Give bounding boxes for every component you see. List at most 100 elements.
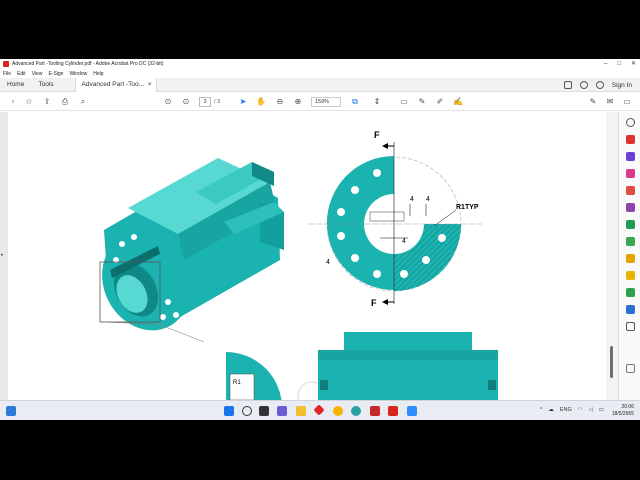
minimize-button[interactable]: – [604, 59, 607, 69]
zoom-app-icon[interactable] [407, 406, 417, 416]
acrobat-taskbar-icon[interactable] [388, 406, 398, 416]
menu-edit[interactable]: Edit [17, 71, 26, 77]
edge-icon[interactable] [351, 406, 361, 416]
menu-help[interactable]: Help [93, 71, 103, 77]
more-tools-wrench-icon[interactable] [626, 322, 635, 331]
scrollbar-thumb[interactable] [610, 346, 613, 378]
tab-home[interactable]: Home [0, 78, 31, 92]
label-f-bottom: F [371, 298, 377, 308]
volume-icon[interactable]: ◁ [589, 407, 593, 413]
system-tray: ^ ☁ ENG ◠ ◁ ▭ [540, 407, 604, 413]
marquee-zoom-icon[interactable]: ⧉ [350, 97, 360, 107]
language-indicator[interactable]: ENG [560, 407, 572, 413]
share-mail-icon[interactable]: ✉ [605, 97, 615, 107]
wifi-icon[interactable]: ◠ [578, 407, 583, 413]
tab-document-label: Advanced Part -Too... [81, 80, 145, 88]
request-signature-icon[interactable] [626, 254, 635, 263]
tray-chevron-icon[interactable]: ^ [540, 407, 543, 413]
title-bar: Advanced Part -Tooling Cylinder.pdf - Ad… [0, 59, 640, 69]
taskbar: ^ ☁ ENG ◠ ◁ ▭ 20:06 18/5/2565 [0, 400, 640, 420]
page-number-input[interactable]: 3 [199, 97, 211, 107]
dim-4d: 4 [326, 259, 330, 266]
zoom-in-icon[interactable]: ⊕ [293, 97, 303, 107]
menu-esign[interactable]: E-Sign [48, 71, 63, 77]
edit-pdf-tool-icon[interactable] [626, 203, 635, 212]
start-windows-icon[interactable] [224, 406, 234, 416]
comment-tool-icon[interactable] [626, 271, 635, 280]
print-icon[interactable]: ⎙ [60, 97, 70, 107]
chrome-icon[interactable] [333, 406, 343, 416]
create-pdf-icon[interactable] [626, 135, 635, 144]
previous-page-icon[interactable]: ⊙ [163, 97, 173, 107]
tab-tools[interactable]: Tools [31, 78, 60, 92]
search-tool-icon[interactable] [626, 118, 635, 127]
protect-icon[interactable] [626, 305, 635, 314]
next-page-icon[interactable]: ⊙ [181, 97, 191, 107]
battery-icon[interactable]: ▭ [599, 407, 604, 413]
tab-close-icon[interactable]: × [148, 78, 152, 92]
search-icon[interactable]: ⌕ [78, 97, 88, 107]
toolbar: ▫ ☆ ⇪ ⎙ ⌕ ⊙ ⊙ 3 / 3 ➤ ✋ ⊖ ⊕ 159% ⧉ ⇕ ▭ ✎… [0, 93, 640, 111]
app-red-icon[interactable] [313, 404, 325, 416]
window-title: Advanced Part -Tooling Cylinder.pdf - Ad… [12, 61, 164, 67]
collapse-panel-icon[interactable] [626, 364, 635, 373]
file-explorer-icon[interactable] [296, 406, 306, 416]
label-r1typ: R1TYP [456, 204, 479, 211]
fill-sign-tool-icon[interactable] [626, 237, 635, 246]
edit-pdf-icon[interactable]: ✎ [588, 97, 598, 107]
taskbar-search-icon[interactable] [242, 406, 252, 416]
chat-icon[interactable] [277, 406, 287, 416]
clock[interactable]: 20:06 18/5/2565 [612, 404, 634, 418]
onedrive-icon[interactable]: ☁ [548, 407, 554, 413]
menu-file[interactable]: File [3, 71, 11, 77]
menu-window[interactable]: Window [69, 71, 87, 77]
page-total: / 3 [214, 99, 221, 105]
tab-bar: Home Tools Advanced Part -Too... × Sign … [0, 77, 640, 92]
zoom-out-icon[interactable]: ⊖ [275, 97, 285, 107]
print-production-icon[interactable] [626, 288, 635, 297]
dim-4a: 4 [410, 196, 414, 203]
document-area[interactable]: ▸ F F R1TYP 4 4 4 4 R1 [0, 112, 618, 400]
comment-icon[interactable] [563, 81, 572, 89]
scroll-mode-icon[interactable]: ⇕ [372, 97, 382, 107]
acrobat-icon [3, 61, 9, 67]
clock-time: 20:06 [621, 404, 634, 410]
bookmark-star-icon[interactable]: ☆ [24, 97, 34, 107]
left-panel-toggle-icon[interactable]: ▸ [1, 252, 4, 258]
dim-4b: 4 [426, 196, 430, 203]
upload-icon[interactable]: ⇪ [42, 97, 52, 107]
notification-bell-icon[interactable] [595, 81, 604, 89]
export-pdf-icon[interactable] [626, 186, 635, 195]
add-comment-icon[interactable]: ▭ [399, 97, 409, 107]
pdf-page: F F R1TYP 4 4 4 4 R1 [8, 112, 606, 400]
menu-view[interactable]: View [32, 71, 43, 77]
combine-files-icon[interactable] [626, 152, 635, 161]
organize-pages-icon[interactable] [626, 169, 635, 178]
section-view [308, 142, 484, 305]
help-icon[interactable] [579, 81, 588, 89]
bottom-views [226, 332, 498, 400]
label-f-top: F [374, 130, 380, 140]
scan-ocr-icon[interactable] [626, 220, 635, 229]
app-icon-red2[interactable] [370, 406, 380, 416]
select-cursor-icon[interactable]: ➤ [238, 97, 248, 107]
label-r1: R1 [233, 380, 241, 386]
hand-tool-icon[interactable]: ✋ [256, 97, 266, 107]
dim-4c: 4 [402, 238, 406, 245]
maximize-button[interactable]: □ [617, 59, 621, 69]
tab-document[interactable]: Advanced Part -Too... × [74, 77, 157, 92]
isometric-part [99, 158, 284, 343]
fill-sign-icon[interactable]: ✍ [453, 97, 463, 107]
task-view-icon[interactable] [259, 406, 269, 416]
engineering-drawing: F F R1TYP 4 4 4 4 R1 [99, 130, 498, 400]
sign-in-button[interactable]: Sign In [612, 82, 632, 89]
more-tools-icon[interactable]: ▭ [622, 97, 632, 107]
vertical-scrollbar[interactable] [606, 112, 618, 400]
widgets-icon[interactable] [6, 406, 16, 416]
zoom-select[interactable]: 159% [311, 97, 341, 107]
right-tools-panel [618, 112, 640, 400]
draw-icon[interactable]: ✐ [435, 97, 445, 107]
close-button[interactable]: ✕ [631, 59, 636, 69]
highlight-pen-icon[interactable]: ✎ [417, 97, 427, 107]
save-icon[interactable]: ▫ [8, 97, 18, 107]
